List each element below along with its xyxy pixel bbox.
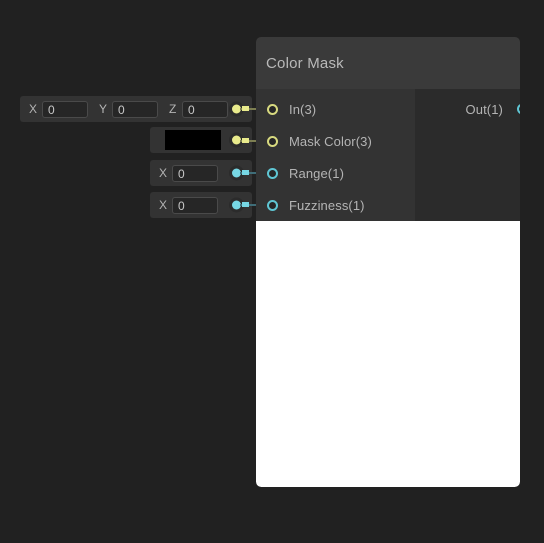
port-label-range: Range(1) xyxy=(289,165,344,181)
property-row-range[interactable]: X 0 xyxy=(150,160,252,186)
axis-label-fuzziness-x: X xyxy=(159,198,168,212)
port-circle-mask-color-icon[interactable] xyxy=(267,135,278,147)
property-row-vector3[interactable]: X 0 Y 0 Z 0 xyxy=(20,96,252,122)
port-label-in: In(3) xyxy=(289,101,317,117)
node-graph-canvas[interactable]: X 0 Y 0 Z 0 X 0 X 0 Color Mask In(3) Mas… xyxy=(0,0,544,543)
port-row-mask-color[interactable]: Mask Color(3) xyxy=(256,125,415,157)
fuzziness-x-field[interactable]: 0 xyxy=(172,196,218,214)
wire-nub-fuzziness xyxy=(242,202,249,207)
node-preview-thumbnail[interactable] xyxy=(256,221,520,487)
vector3-x-field[interactable]: 0 xyxy=(42,100,88,118)
wire-nub-mask-color xyxy=(242,138,249,143)
node-output-port-list: Out(1) xyxy=(415,89,520,221)
port-label-fuzziness: Fuzziness(1) xyxy=(289,197,365,213)
port-circle-range-icon[interactable] xyxy=(267,167,278,179)
port-label-mask-color: Mask Color(3) xyxy=(289,133,372,149)
range-x-field[interactable]: 0 xyxy=(172,164,218,182)
node-title-bar[interactable]: Color Mask xyxy=(256,37,520,89)
axis-label-z: Z xyxy=(169,102,177,116)
wire-nub-range xyxy=(242,170,249,175)
node-title-text: Color Mask xyxy=(266,54,344,72)
port-row-range[interactable]: Range(1) xyxy=(256,157,415,189)
mask-color-swatch[interactable] xyxy=(165,130,221,150)
port-circle-in-icon[interactable] xyxy=(267,103,278,115)
vector3-y-field[interactable]: 0 xyxy=(112,100,158,118)
axis-label-x: X xyxy=(29,102,38,116)
port-label-out: Out(1) xyxy=(465,101,503,117)
node-input-port-list: In(3) Mask Color(3) Range(1) Fuzziness(1… xyxy=(256,89,415,221)
port-row-fuzziness[interactable]: Fuzziness(1) xyxy=(256,189,415,221)
property-row-mask-color[interactable] xyxy=(150,127,252,153)
axis-label-range-x: X xyxy=(159,166,168,180)
port-row-out[interactable]: Out(1) xyxy=(415,93,520,125)
port-row-in[interactable]: In(3) xyxy=(256,93,415,125)
property-row-fuzziness[interactable]: X 0 xyxy=(150,192,252,218)
vector3-z-field[interactable]: 0 xyxy=(182,100,228,118)
axis-label-y: Y xyxy=(99,102,108,116)
wire-nub-in xyxy=(242,106,249,111)
port-circle-out-icon[interactable] xyxy=(517,103,520,115)
node-body: In(3) Mask Color(3) Range(1) Fuzziness(1… xyxy=(256,89,520,221)
node-color-mask[interactable]: Color Mask In(3) Mask Color(3) Range(1) xyxy=(256,37,520,487)
port-circle-fuzziness-icon[interactable] xyxy=(267,199,278,211)
